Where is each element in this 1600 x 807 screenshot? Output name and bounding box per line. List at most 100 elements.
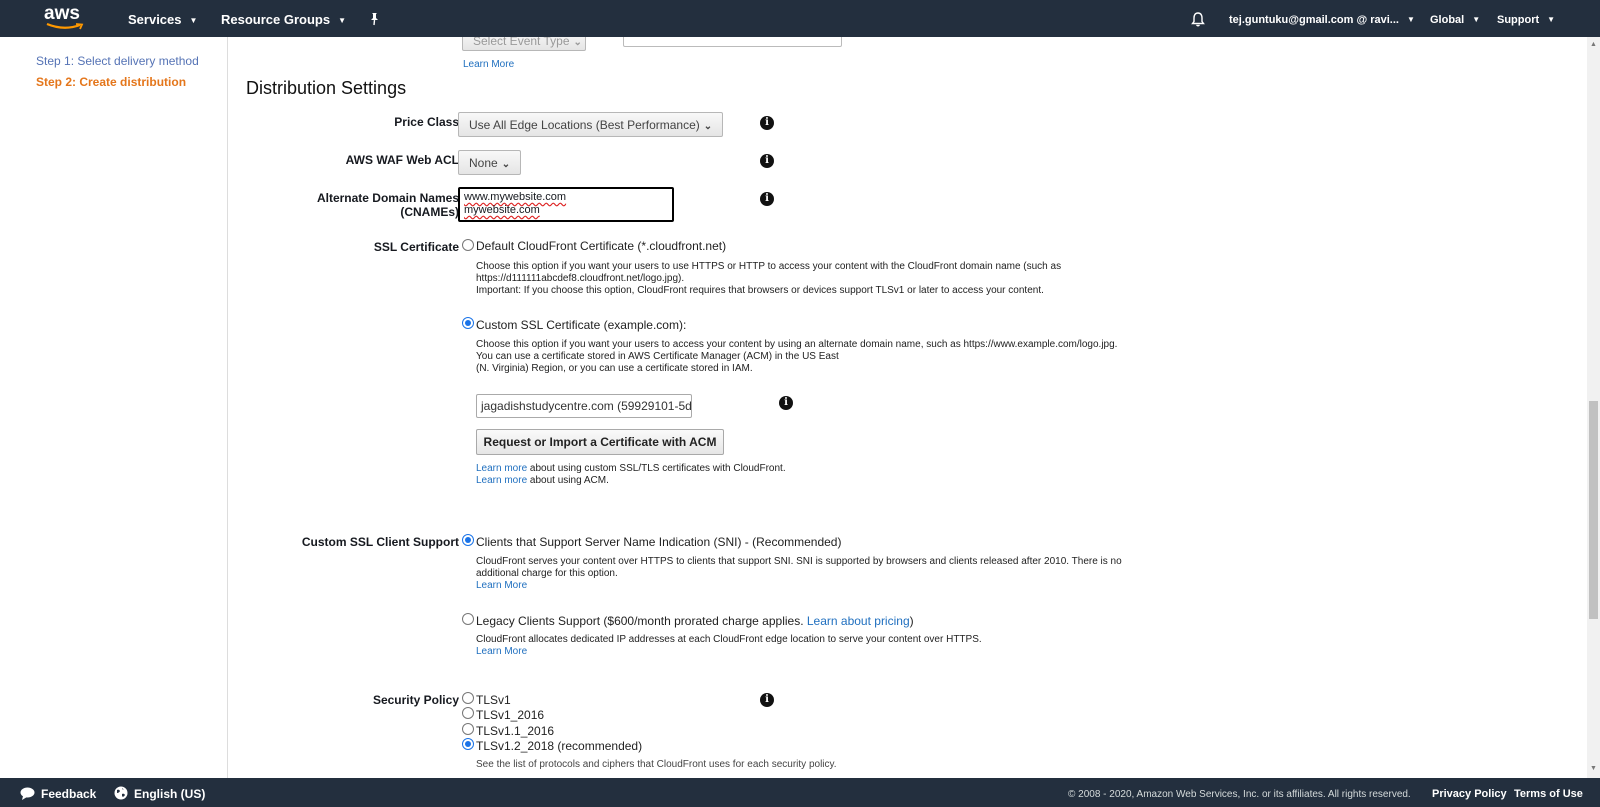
help-line: CloudFront serves your content over HTTP… [476,556,1122,567]
chevron-down-icon: ▼ [338,16,347,25]
learn-more-acm-link[interactable]: Learn more [476,475,527,486]
function-arn-input[interactable] [623,37,842,47]
account-label: tej.guntuku@gmail.com @ ravi... [1229,14,1399,26]
scroll-up-icon[interactable]: ▲ [1590,41,1597,48]
price-class-value: Use All Edge Locations (Best Performance… [469,118,700,132]
help-line: You can use a certificate stored in AWS … [476,351,839,362]
legacy-help: CloudFront allocates dedicated IP addres… [476,634,982,658]
ssl-certificate-label: SSL Certificate [373,240,459,254]
help-line: Choose this option if you want your user… [476,339,1118,350]
cnames-label-line2: (CNAMEs) [400,205,459,219]
default-certificate-option[interactable]: Default CloudFront Certificate (*.cloudf… [476,239,726,253]
chevron-down-icon: ⌄ [573,37,582,48]
default-certificate-radio[interactable] [462,239,474,251]
account-menu[interactable]: tej.guntuku@gmail.com @ ravi... ▼ [1229,0,1415,37]
price-class-label: Price Class [394,115,459,129]
resource-groups-menu[interactable]: Resource Groups ▼ [221,0,346,37]
info-icon[interactable]: i [760,192,774,206]
certificate-learn-more: Learn more about using custom SSL/TLS ce… [476,463,786,487]
learn-more-acm-text: about using ACM. [527,475,609,486]
legacy-learn-more-link[interactable]: Learn More [476,646,982,658]
tlsv1-2-2018-option[interactable]: TLSv1.2_2018 (recommended) [476,739,642,753]
tlsv1-2016-option[interactable]: TLSv1_2016 [476,708,544,722]
cnames-label-line1: Alternate Domain Names [316,191,459,205]
tlsv1-1-2016-radio[interactable] [462,723,474,735]
pin-icon[interactable] [368,0,380,37]
chevron-down-icon: ▼ [1472,15,1481,24]
language-selector[interactable]: English (US) [114,778,205,807]
price-class-select[interactable]: Use All Edge Locations (Best Performance… [458,112,724,137]
aws-logo-text: aws [44,3,80,24]
chevron-down-icon: ▼ [1547,15,1556,24]
event-type-select[interactable]: Select Event Type ⌄ [462,37,586,51]
section-title: Distribution Settings [246,78,407,98]
custom-certificate-option[interactable]: Custom SSL Certificate (example.com): [476,318,686,332]
sni-learn-more-link[interactable]: Learn More [476,580,1122,592]
tlsv1-1-2016-option[interactable]: TLSv1.1_2016 [476,724,554,738]
terms-of-use-link[interactable]: Terms of Use [1514,778,1583,807]
support-menu[interactable]: Support ▼ [1497,0,1555,37]
privacy-policy-link[interactable]: Privacy Policy [1432,778,1507,807]
chevron-down-icon: ⌄ [501,159,511,170]
default-certificate-help: Choose this option if you want your user… [476,261,1061,297]
legacy-option[interactable]: Legacy Clients Support ($600/month prora… [476,614,914,628]
wizard-steps-sidebar: Step 1: Select delivery method Step 2: C… [0,37,228,778]
help-line: https://d111111abcdef8.cloudfront.net/lo… [476,273,685,284]
feedback-button[interactable]: Feedback [20,778,96,807]
learn-more-ssl-link[interactable]: Learn more [476,463,527,474]
info-icon[interactable]: i [760,154,774,168]
region-menu[interactable]: Global ▼ [1430,0,1480,37]
legacy-option-suffix: ) [909,614,914,628]
notifications-bell-icon[interactable] [1191,0,1205,37]
chevron-down-icon: ⌄ [703,121,713,132]
custom-certificate-help: Choose this option if you want your user… [476,339,1117,375]
learn-more-ssl-text: about using custom SSL/TLS certificates … [527,463,786,474]
aws-logo[interactable]: aws [44,3,88,33]
learn-about-pricing-link[interactable]: Learn about pricing [807,614,910,628]
info-icon[interactable]: i [760,693,774,707]
info-icon[interactable]: i [760,116,774,130]
help-line: Important: If you choose this option, Cl… [476,285,1044,296]
waf-label: AWS WAF Web ACL [345,153,459,167]
region-label: Global [1430,14,1465,26]
certificate-input[interactable]: jagadishstudycentre.com (59929101-5d7 [476,394,692,418]
scrollbar-thumb[interactable] [1589,401,1598,619]
custom-certificate-radio[interactable] [462,317,474,329]
scroll-down-icon[interactable]: ▼ [1590,765,1597,772]
tlsv1-option[interactable]: TLSv1 [476,693,511,707]
language-label: English (US) [134,787,206,801]
cnames-label: Alternate Domain Names (CNAMEs) [229,191,459,219]
aws-smile-icon [46,23,84,30]
support-label: Support [1497,14,1540,26]
event-type-select-label: Select Event Type [473,37,570,48]
sni-radio[interactable] [462,534,474,546]
help-line: CloudFront allocates dedicated IP addres… [476,634,982,645]
legacy-option-text: Legacy Clients Support ($600/month prora… [476,614,807,628]
globe-icon [114,786,128,800]
tlsv1-radio[interactable] [462,692,474,704]
chevron-down-icon: ▼ [1406,15,1415,24]
security-policy-label: Security Policy [372,693,459,707]
step-1-link[interactable]: Step 1: Select delivery method [36,54,199,68]
cnames-textarea[interactable]: www.mywebsite.com mywebsite.com [458,187,674,222]
services-menu[interactable]: Services ▼ [128,0,197,37]
feedback-icon [20,787,35,800]
tlsv1-2016-radio[interactable] [462,707,474,719]
sni-option[interactable]: Clients that Support Server Name Indicat… [476,535,841,549]
feedback-label: Feedback [41,787,97,801]
learn-more-link[interactable]: Learn More [463,59,514,70]
waf-value: None [469,156,498,170]
help-line: additional charge for this option. [476,568,618,579]
request-certificate-button[interactable]: Request or Import a Certificate with ACM [476,429,724,455]
resource-groups-label: Resource Groups [221,12,331,27]
cname-line: mywebsite.com [464,204,540,216]
tlsv1-2-2018-radio[interactable] [462,738,474,750]
legacy-radio[interactable] [462,613,474,625]
main-content: Select Event Type ⌄ Learn More Distributi… [229,37,1587,778]
sni-help: CloudFront serves your content over HTTP… [476,556,1122,592]
step-2-current: Step 2: Create distribution [36,75,187,89]
vertical-scrollbar[interactable]: ▲ ▼ [1587,37,1600,778]
waf-select[interactable]: None ⌄ [458,150,522,175]
info-icon[interactable]: i [779,396,793,410]
chevron-down-icon: ▼ [189,16,198,25]
